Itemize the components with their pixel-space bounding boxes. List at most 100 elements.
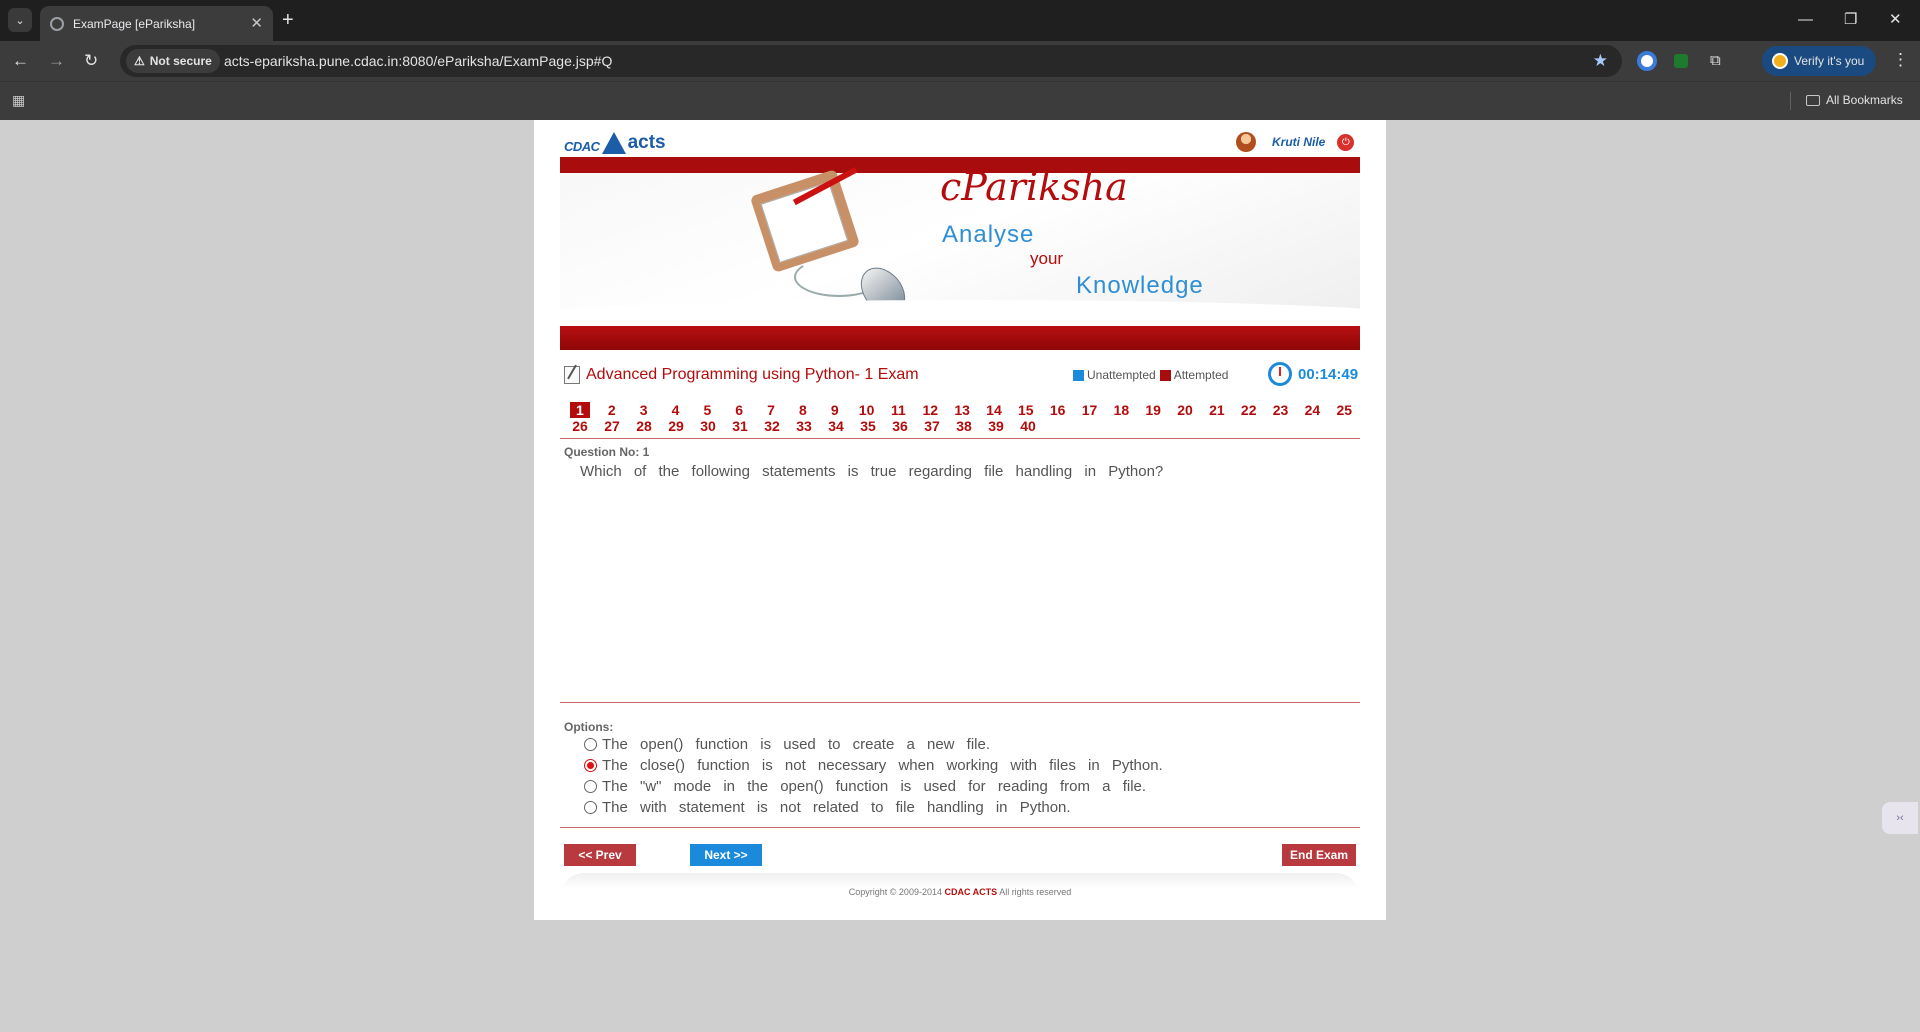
options-label: Options:: [564, 720, 614, 734]
question-nav-item[interactable]: 28: [628, 418, 660, 434]
logo-cdac-text: CDAC: [564, 139, 600, 154]
option-item[interactable]: The with statement is not related to fil…: [584, 799, 1071, 816]
copyright-suffix: All rights reserved: [999, 887, 1072, 897]
minimize-icon[interactable]: —: [1798, 10, 1813, 30]
option-item[interactable]: The "w" mode in the open() function is u…: [584, 778, 1146, 795]
question-nav-item[interactable]: 35: [852, 418, 884, 434]
question-nav-item[interactable]: 3: [628, 402, 660, 418]
end-exam-button[interactable]: End Exam: [1282, 844, 1356, 866]
profile-avatar-icon: [1772, 53, 1788, 69]
security-label: Not secure: [149, 54, 212, 68]
question-nav-item[interactable]: 39: [980, 418, 1012, 434]
next-button[interactable]: Next >>: [690, 844, 762, 866]
copyright-brand[interactable]: CDAC ACTS: [945, 887, 998, 897]
legend-unattempted: Unattempted: [1087, 368, 1156, 382]
extensions-puzzle-icon[interactable]: ⧉: [1710, 50, 1721, 72]
question-nav-item[interactable]: 29: [660, 418, 692, 434]
question-nav-item[interactable]: 33: [788, 418, 820, 434]
question-nav-item[interactable]: 36: [884, 418, 916, 434]
question-nav-item[interactable]: 22: [1233, 402, 1265, 418]
tab-title: ExamPage [ePariksha]: [73, 16, 196, 31]
question-nav-item[interactable]: 32: [756, 418, 788, 434]
option-item[interactable]: The open() function is used to create a …: [584, 736, 990, 753]
bookmark-star-icon[interactable]: ★: [1593, 51, 1608, 71]
question-nav-item[interactable]: 18: [1105, 402, 1137, 418]
banner-bottom-bar: [560, 326, 1360, 350]
question-nav-item[interactable]: 31: [724, 418, 756, 434]
reload-icon[interactable]: ↻: [84, 50, 98, 72]
question-nav-item[interactable]: 37: [916, 418, 948, 434]
tab-search-icon[interactable]: ⌄: [8, 8, 32, 32]
question-nav-item[interactable]: 15: [1010, 402, 1042, 418]
exam-page: CDAC acts Kruti Nile ⏻ cPariksha Analyse…: [534, 120, 1386, 920]
question-number-label: Question No: 1: [564, 445, 650, 459]
all-bookmarks-button[interactable]: All Bookmarks: [1806, 93, 1903, 107]
question-nav-item[interactable]: 25: [1328, 402, 1360, 418]
radio-checked-icon[interactable]: [584, 759, 597, 772]
question-nav-item[interactable]: 16: [1042, 402, 1074, 418]
browser-toolbar: ← → ↻ ⚠ Not secure acts-epariksha.pune.c…: [0, 41, 1920, 81]
question-nav-item[interactable]: 19: [1137, 402, 1169, 418]
question-nav-item[interactable]: 4: [660, 402, 692, 418]
option-text: The "w" mode in the open() function is u…: [602, 778, 1147, 795]
exam-note-icon: [564, 366, 580, 384]
question-nav-item[interactable]: 24: [1296, 402, 1328, 418]
verify-profile-button[interactable]: Verify it's you: [1762, 46, 1876, 76]
question-nav-item[interactable]: 6: [723, 402, 755, 418]
question-nav-item[interactable]: 5: [691, 402, 723, 418]
question-nav-item[interactable]: 8: [787, 402, 819, 418]
radio-icon[interactable]: [584, 801, 597, 814]
option-item[interactable]: The close() function is not necessary wh…: [584, 757, 1163, 774]
option-text: The open() function is used to create a …: [602, 736, 991, 753]
browser-menu-icon[interactable]: ⋮: [1892, 50, 1909, 70]
question-nav-item[interactable]: 12: [914, 402, 946, 418]
question-nav-item[interactable]: 10: [851, 402, 883, 418]
epariksha-banner: cPariksha Analyse your Knowledge: [560, 157, 1360, 350]
security-chip[interactable]: ⚠ Not secure: [126, 49, 220, 73]
question-nav-item[interactable]: 11: [883, 402, 915, 418]
globe-icon: [50, 16, 64, 31]
divider: [560, 827, 1360, 828]
question-nav-item[interactable]: 17: [1074, 402, 1106, 418]
banner-tagline-knowledge: Knowledge: [1076, 272, 1204, 299]
question-nav-item[interactable]: 27: [596, 418, 628, 434]
apps-grid-icon[interactable]: ▦: [12, 92, 25, 109]
address-bar[interactable]: ⚠ Not secure acts-epariksha.pune.cdac.in…: [120, 45, 1622, 77]
close-window-icon[interactable]: ✕: [1889, 10, 1902, 30]
banner-brand: cPariksha: [940, 165, 1128, 209]
question-nav-item[interactable]: 23: [1265, 402, 1297, 418]
prev-button[interactable]: << Prev: [564, 844, 636, 866]
question-nav-item[interactable]: 40: [1012, 418, 1044, 434]
logo-acts-text: acts: [627, 132, 666, 153]
logout-power-icon[interactable]: ⏻: [1337, 133, 1355, 151]
question-nav-item[interactable]: 2: [596, 402, 628, 418]
back-icon[interactable]: ←: [12, 50, 29, 72]
question-nav-item[interactable]: 7: [755, 402, 787, 418]
tab-close-icon[interactable]: ✕: [250, 16, 263, 31]
status-legend: Unattempted Attempted: [1073, 368, 1228, 382]
forward-icon[interactable]: →: [48, 50, 65, 72]
question-nav-item[interactable]: 1: [570, 402, 590, 418]
question-row-1: 1 2 3 4 5 6 7 8 9 10 11 12 13 14 15 16 17 18 19 20 21 22 23 24 2…: [564, 402, 1360, 418]
restore-icon[interactable]: ❐: [1844, 10, 1857, 30]
question-nav-item[interactable]: 9: [819, 402, 851, 418]
browser-tab[interactable]: ExamPage [ePariksha] ✕: [40, 6, 273, 41]
question-row-2: 26 27 28 29 30 31 32 33 34 35 36 37 38 39 40: [564, 418, 1360, 434]
stopwatch-icon: [1268, 362, 1292, 386]
question-nav-item[interactable]: 38: [948, 418, 980, 434]
extension-green-icon[interactable]: [1674, 54, 1688, 68]
warning-icon: ⚠: [134, 54, 145, 68]
question-nav-item[interactable]: 30: [692, 418, 724, 434]
new-tab-icon[interactable]: +: [282, 8, 294, 32]
question-nav-item[interactable]: 20: [1169, 402, 1201, 418]
extension-circle-icon[interactable]: [1637, 51, 1657, 71]
question-nav-item[interactable]: 21: [1201, 402, 1233, 418]
radio-icon[interactable]: [584, 738, 597, 751]
question-nav-item[interactable]: 13: [946, 402, 978, 418]
question-nav-item[interactable]: 14: [978, 402, 1010, 418]
question-nav-item[interactable]: 34: [820, 418, 852, 434]
radio-icon[interactable]: [584, 780, 597, 793]
question-nav-item[interactable]: 26: [564, 418, 596, 434]
url-text[interactable]: acts-epariksha.pune.cdac.in:8080/ePariks…: [224, 53, 612, 69]
side-panel-handle[interactable]: ›‹: [1882, 802, 1918, 834]
